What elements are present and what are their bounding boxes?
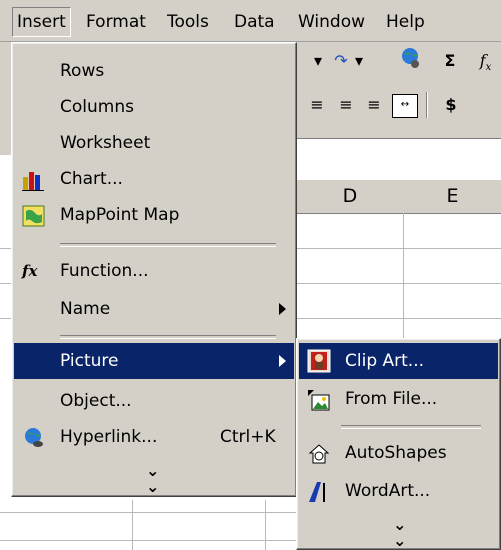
- hyperlink-toolbar-icon[interactable]: [398, 46, 424, 78]
- menu-item-label: Worksheet: [60, 133, 151, 153]
- function-icon: fx: [22, 262, 38, 280]
- menu-window-label: Window: [298, 12, 366, 32]
- menu-separator: [60, 243, 276, 247]
- redo-dropdown-icon[interactable]: ▾: [352, 48, 366, 74]
- menu-data[interactable]: Data: [230, 8, 279, 36]
- menu-item-label: From File...: [345, 389, 438, 409]
- menu-item-label: Function...: [60, 261, 149, 281]
- menu-insert-label: Insert: [17, 12, 66, 32]
- insert-menu: Rows Columns Worksheet Chart... MapPoint…: [11, 42, 297, 497]
- menu-item-autoshapes[interactable]: AutoShapes: [299, 435, 498, 471]
- menu-item-label: Chart...: [60, 169, 123, 189]
- picture-submenu: Clip Art... From File... AutoShapes Word…: [296, 338, 501, 550]
- menu-separator: [60, 335, 276, 339]
- menu-item-label: AutoShapes: [345, 443, 447, 463]
- submenu-arrow-icon: [279, 303, 286, 315]
- menu-item-wordart[interactable]: WordArt...: [299, 473, 498, 509]
- paste-function-icon[interactable]: fx: [470, 48, 501, 81]
- align-center-icon[interactable]: ≡: [334, 92, 358, 118]
- menu-item-label: Hyperlink...: [60, 427, 158, 447]
- currency-button[interactable]: $: [440, 92, 462, 118]
- grid-line: [132, 500, 133, 550]
- wordart-icon: [307, 480, 331, 502]
- menu-item-worksheet[interactable]: Worksheet: [14, 125, 294, 161]
- toolbar-divider: [426, 92, 428, 118]
- align-left-icon[interactable]: ≡: [305, 92, 329, 118]
- menu-tools[interactable]: Tools: [163, 8, 213, 36]
- align-right-icon[interactable]: ≡: [362, 92, 386, 118]
- grid-line: [265, 500, 266, 550]
- menu-item-label: Clip Art...: [345, 351, 425, 371]
- menu-item-function[interactable]: fx Function...: [14, 253, 294, 289]
- autoshapes-icon: [307, 442, 331, 464]
- menu-window[interactable]: Window: [294, 8, 369, 36]
- menu-item-name[interactable]: Name: [14, 291, 294, 327]
- menu-item-shortcut: Ctrl+K: [220, 427, 276, 447]
- menu-item-clip-art[interactable]: Clip Art...: [299, 343, 498, 379]
- menu-item-rows[interactable]: Rows: [14, 53, 294, 89]
- menu-item-picture[interactable]: Picture: [14, 343, 294, 379]
- menu-item-from-file[interactable]: From File...: [299, 381, 498, 417]
- menu-item-chart[interactable]: Chart...: [14, 161, 294, 197]
- column-header-d[interactable]: D: [296, 180, 405, 214]
- menu-item-label: WordArt...: [345, 481, 431, 501]
- picture-file-icon: [307, 388, 331, 411]
- menu-item-label: Object...: [60, 391, 132, 411]
- redo-icon[interactable]: ↷: [330, 48, 352, 74]
- undo-dropdown-icon[interactable]: ▾: [310, 48, 326, 74]
- chart-icon: [22, 168, 46, 191]
- menu-item-object[interactable]: Object...: [14, 383, 294, 419]
- expand-menu-chevron-icon[interactable]: ⌄ ⌄: [146, 463, 159, 495]
- menu-help-label: Help: [386, 12, 425, 32]
- expand-menu-chevron-icon[interactable]: ⌄ ⌄: [393, 517, 406, 549]
- menu-item-hyperlink[interactable]: Hyperlink... Ctrl+K: [14, 419, 294, 455]
- globe-icon: [22, 426, 46, 448]
- menu-data-label: Data: [234, 12, 275, 32]
- menu-item-columns[interactable]: Columns: [14, 89, 294, 125]
- menu-format[interactable]: Format: [82, 8, 150, 36]
- menu-item-label: MapPoint Map: [60, 205, 180, 225]
- menu-item-mappoint[interactable]: MapPoint Map: [14, 197, 294, 233]
- merge-center-icon[interactable]: ↔: [392, 94, 418, 118]
- menu-format-label: Format: [86, 12, 146, 32]
- menu-item-label: Rows: [60, 61, 105, 81]
- menu-help[interactable]: Help: [382, 8, 429, 36]
- map-icon: [22, 204, 46, 227]
- menu-item-label: Picture: [60, 351, 119, 371]
- clipart-icon: [307, 349, 331, 373]
- menu-item-label: Name: [60, 299, 111, 319]
- autosum-button[interactable]: Σ: [440, 48, 460, 74]
- menu-separator: [341, 425, 481, 429]
- menu-bar: Insert Format Tools Data Window Help: [0, 0, 501, 42]
- menu-tools-label: Tools: [167, 12, 209, 32]
- submenu-arrow-icon: [279, 355, 286, 367]
- menu-insert[interactable]: Insert: [12, 7, 71, 37]
- menu-item-label: Columns: [60, 97, 134, 117]
- column-header-e[interactable]: E: [404, 180, 501, 214]
